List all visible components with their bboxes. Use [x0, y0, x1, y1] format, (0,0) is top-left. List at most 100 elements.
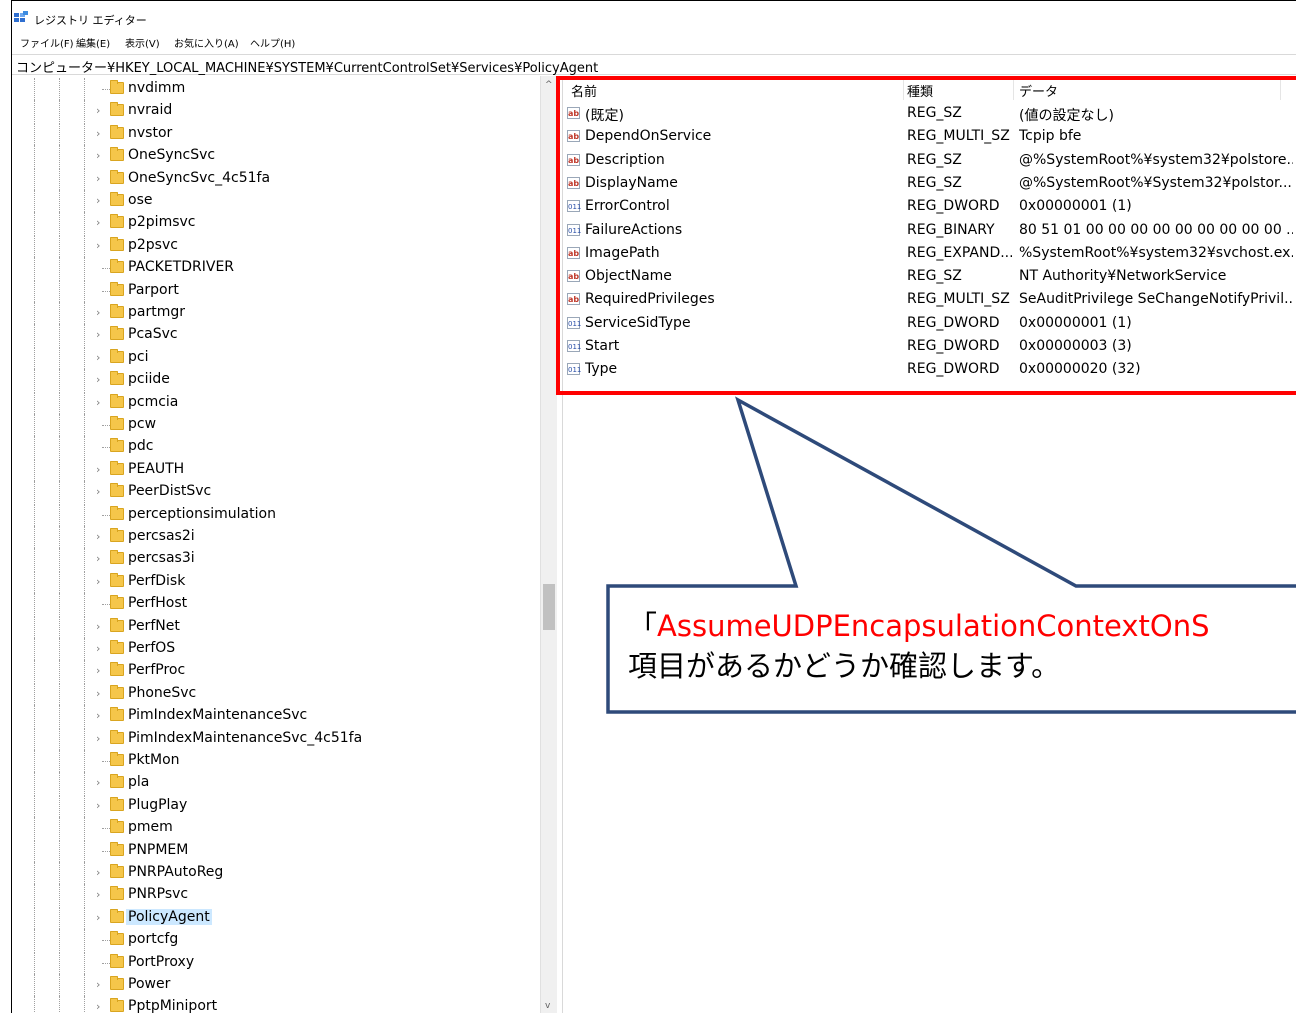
expand-chevron-icon[interactable]: › [96, 194, 100, 207]
tree-item[interactable]: PNPMEM [12, 839, 540, 862]
expand-chevron-icon[interactable]: › [96, 978, 100, 991]
scroll-thumb[interactable] [543, 584, 555, 630]
value-row[interactable]: 011 ErrorControl REG_DWORD 0x00000001 (1) [563, 195, 1296, 218]
column-separator[interactable] [1280, 78, 1281, 100]
tree-item[interactable]: › p2pimsvc [12, 212, 540, 235]
expand-chevron-icon[interactable]: › [96, 485, 100, 498]
tree-item[interactable]: › pcmcia [12, 391, 540, 414]
tree-item[interactable]: › PNRPAutoReg [12, 862, 540, 884]
menu-view[interactable]: 表示(V) [125, 35, 160, 50]
tree-item[interactable]: portcfg [12, 929, 540, 952]
scroll-up-arrow-icon[interactable]: ^ [545, 80, 553, 90]
expand-chevron-icon[interactable]: › [96, 642, 100, 655]
expand-chevron-icon[interactable]: › [96, 149, 100, 162]
tree-item[interactable]: › Power [12, 974, 540, 996]
expand-chevron-icon[interactable]: › [96, 776, 100, 789]
values-list-pane[interactable]: 名前 種類 データ ab (既定) REG_SZ (値の設定なし) ab DependOn… [563, 76, 1296, 1013]
column-separator[interactable] [903, 78, 904, 100]
expand-chevron-icon[interactable]: › [96, 306, 100, 319]
tree-item[interactable]: › PolicyAgent [12, 906, 540, 929]
tree-item[interactable]: › percsas3i [12, 548, 540, 571]
expand-chevron-icon[interactable]: › [96, 463, 100, 476]
menu-edit[interactable]: 編集(E) [76, 35, 110, 50]
column-header-name[interactable]: 名前 [571, 81, 597, 100]
tree-item[interactable]: › OneSyncSvc_4c51fa [12, 167, 540, 190]
tree-item[interactable]: › partmgr [12, 302, 540, 324]
tree-item[interactable]: pdc [12, 436, 540, 459]
expand-chevron-icon[interactable]: › [96, 172, 100, 185]
expand-chevron-icon[interactable]: › [96, 732, 100, 745]
expand-chevron-icon[interactable]: › [96, 530, 100, 543]
tree-item[interactable]: › nvstor [12, 122, 540, 145]
expand-chevron-icon[interactable]: › [96, 888, 100, 901]
value-row[interactable]: 011 ServiceSidType REG_DWORD 0x00000001 (1) [563, 312, 1296, 335]
tree-item[interactable]: › pciide [12, 369, 540, 392]
expand-chevron-icon[interactable]: › [96, 709, 100, 722]
tree-item[interactable]: › PerfOS [12, 638, 540, 660]
column-header-data[interactable]: データ [1019, 81, 1058, 100]
value-row[interactable]: ab Description REG_SZ @%SystemRoot%¥system3… [563, 149, 1296, 172]
menu-file[interactable]: ファイル(F) [20, 35, 74, 50]
address-bar[interactable]: コンピューター¥HKEY_LOCAL_MACHINE¥SYSTEM¥Curren… [12, 54, 1296, 76]
tree-item[interactable]: PortProxy [12, 951, 540, 974]
tree-item[interactable]: perceptionsimulation [12, 503, 540, 526]
scroll-down-arrow-icon[interactable]: v [545, 1001, 550, 1011]
expand-chevron-icon[interactable]: › [96, 373, 100, 386]
tree-item[interactable]: PerfHost [12, 593, 540, 616]
tree-item[interactable]: › PimIndexMaintenanceSvc_4c51fa [12, 727, 540, 750]
expand-chevron-icon[interactable]: › [96, 866, 100, 879]
tree-item[interactable]: PACKETDRIVER [12, 257, 540, 280]
expand-chevron-icon[interactable]: › [96, 552, 100, 565]
tree-item[interactable]: › PEAUTH [12, 458, 540, 481]
tree-item[interactable]: › PNRPsvc [12, 884, 540, 907]
expand-chevron-icon[interactable]: › [96, 799, 100, 812]
tree-item[interactable]: › PerfNet [12, 615, 540, 638]
value-row[interactable]: 011 Start REG_DWORD 0x00000003 (3) [563, 335, 1296, 358]
tree-item[interactable]: pmem [12, 817, 540, 840]
expand-chevron-icon[interactable]: › [96, 396, 100, 409]
tree-item[interactable]: › PcaSvc [12, 324, 540, 347]
tree-item[interactable]: PktMon [12, 750, 540, 772]
tree-item[interactable]: › PhoneSvc [12, 682, 540, 705]
value-row[interactable]: ab DisplayName REG_SZ @%SystemRoot%¥System3… [563, 172, 1296, 195]
tree-scrollbar[interactable]: ^ v [540, 76, 557, 1013]
tree-item[interactable]: › p2psvc [12, 234, 540, 257]
tree-item[interactable]: › PerfProc [12, 660, 540, 683]
column-separator[interactable] [1013, 78, 1014, 100]
tree-item[interactable]: › PerfDisk [12, 570, 540, 593]
tree-item[interactable]: › pci [12, 346, 540, 369]
value-row[interactable]: ab (既定) REG_SZ (値の設定なし) [563, 102, 1296, 125]
expand-chevron-icon[interactable]: › [96, 239, 100, 252]
tree-item[interactable]: › nvraid [12, 100, 540, 123]
value-row[interactable]: 011 FailureActions REG_BINARY 80 51 01 00 0… [563, 219, 1296, 242]
tree-item[interactable]: nvdimm [12, 78, 540, 100]
tree-item[interactable]: › PptpMiniport [12, 996, 540, 1013]
tree-item[interactable]: › PlugPlay [12, 794, 540, 817]
menu-help[interactable]: ヘルプ(H) [250, 35, 295, 50]
expand-chevron-icon[interactable]: › [96, 911, 100, 924]
value-row[interactable]: 011 Type REG_DWORD 0x00000020 (32) [563, 358, 1296, 381]
expand-chevron-icon[interactable]: › [96, 351, 100, 364]
value-row[interactable]: ab ImagePath REG_EXPAND... %SystemRoot%¥sys… [563, 242, 1296, 265]
expand-chevron-icon[interactable]: › [96, 575, 100, 588]
expand-chevron-icon[interactable]: › [96, 328, 100, 341]
expand-chevron-icon[interactable]: › [96, 1000, 100, 1013]
column-header-type[interactable]: 種類 [907, 81, 933, 100]
tree-item[interactable]: Parport [12, 279, 540, 302]
expand-chevron-icon[interactable]: › [96, 664, 100, 677]
expand-chevron-icon[interactable]: › [96, 620, 100, 633]
tree-item[interactable]: › pla [12, 772, 540, 795]
expand-chevron-icon[interactable]: › [96, 127, 100, 140]
value-row[interactable]: ab ObjectName REG_SZ NT Authority¥NetworkSe… [563, 265, 1296, 288]
tree-item[interactable]: › OneSyncSvc [12, 145, 540, 168]
value-row[interactable]: ab DependOnService REG_MULTI_SZ Tcpip bfe [563, 125, 1296, 148]
tree-item[interactable]: › PimIndexMaintenanceSvc [12, 705, 540, 728]
menu-favorites[interactable]: お気に入り(A) [174, 35, 239, 50]
expand-chevron-icon[interactable]: › [96, 216, 100, 229]
value-row[interactable]: ab RequiredPrivileges REG_MULTI_SZ SeAuditP… [563, 288, 1296, 311]
tree-item[interactable]: › PeerDistSvc [12, 481, 540, 504]
tree-item[interactable]: › ose [12, 190, 540, 212]
tree-item[interactable]: pcw [12, 414, 540, 436]
tree-item[interactable]: › percsas2i [12, 526, 540, 548]
key-tree-pane[interactable]: nvdimm › nvraid › nvstor › OneSyncSvc › OneSyncS… [12, 76, 540, 1013]
